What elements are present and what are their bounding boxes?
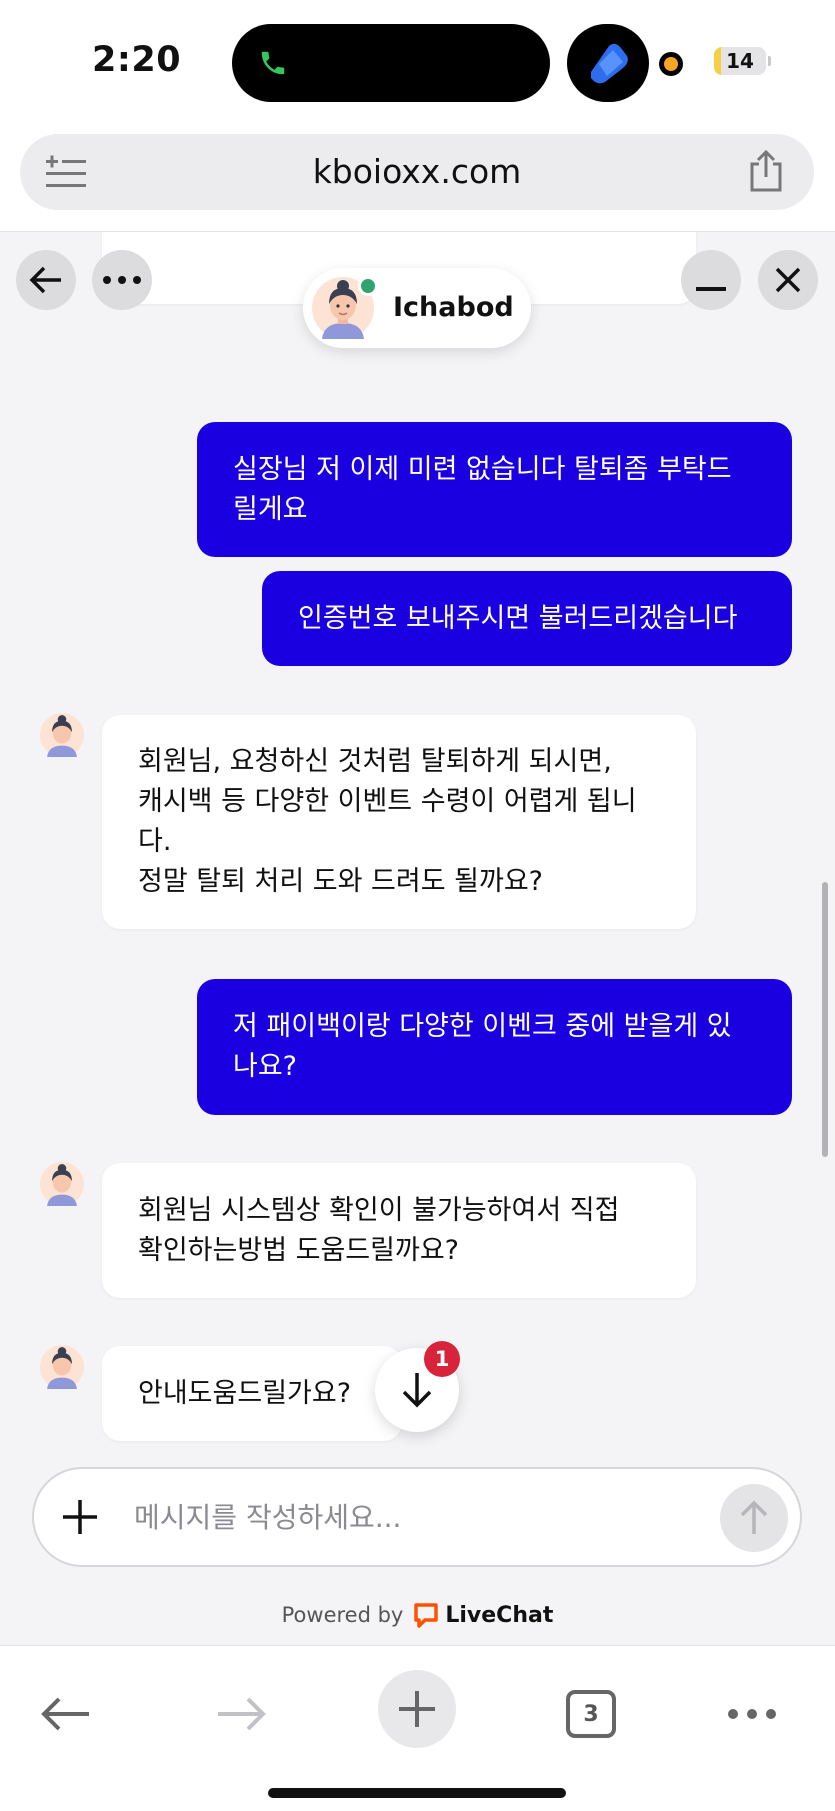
message-line: 확인하는방법 도움드릴까요? <box>138 1234 459 1266</box>
browser-back-button[interactable] <box>26 1674 106 1754</box>
message-line: 캐시백 등 다양한 이벤트 수령이 어렵게 됩니 <box>138 786 637 817</box>
tabs-icon: 3 <box>566 1690 616 1738</box>
more-options-button[interactable] <box>92 250 152 310</box>
livechat-brand: LiveChat <box>445 1602 554 1628</box>
message-composer <box>32 1467 802 1567</box>
battery-percent: 14 <box>726 49 754 73</box>
tab-count: 3 <box>583 1701 599 1727</box>
forward-arrow-icon <box>218 1697 266 1731</box>
plus-icon[interactable] <box>60 1497 100 1537</box>
visitor-message: 인증번호 보내주시면 불러드리겠습니다 <box>262 571 792 666</box>
url-text[interactable]: kboioxx.com <box>20 134 814 210</box>
home-indicator[interactable] <box>268 1788 566 1798</box>
tabs-button[interactable]: 3 <box>551 1674 631 1754</box>
share-icon[interactable] <box>748 150 784 192</box>
app-icon <box>591 43 628 84</box>
message-line: 정말 탈퇴 처리 도와 드려도 될까요? <box>138 866 544 897</box>
minimize-button[interactable] <box>681 250 741 310</box>
browser-toolbar: 3 <box>0 1645 835 1811</box>
more-icon <box>103 276 141 284</box>
back-arrow-icon <box>29 266 61 294</box>
message-line: 회원님 시스템상 확인이 불가능하여서 직접 <box>138 1194 620 1226</box>
online-status-dot <box>358 276 378 296</box>
unread-count-badge: 1 <box>424 1341 460 1377</box>
message-line: 저 패이백이랑 다양한 이벤크 중에 받을게 있 <box>233 1011 732 1042</box>
minimize-icon <box>696 287 726 291</box>
message-line: 실장님 저 이제 미련 없습니다 탈퇴좀 부탁드 <box>233 453 732 485</box>
more-icon <box>728 1709 776 1719</box>
visitor-message: 실장님 저 이제 미련 없습니다 탈퇴좀 부탁드 릴게요 <box>197 422 792 557</box>
agent-message: 회원님, 요청하신 것처럼 탈퇴하게 되시면, 캐시백 등 다양한 이벤트 수령… <box>102 715 696 929</box>
plus-icon <box>399 1691 435 1727</box>
battery-indicator: 14 <box>714 47 766 75</box>
recording-indicator <box>659 52 683 76</box>
agent-message-avatar <box>40 713 84 757</box>
dynamic-island[interactable] <box>232 24 550 102</box>
message-line: 다. <box>138 826 172 857</box>
agent-message-avatar <box>40 1162 84 1206</box>
visitor-message: 저 패이백이랑 다양한 이벤크 중에 받을게 있 나요? <box>197 979 792 1115</box>
status-bar: 2:20 14 <box>0 0 835 122</box>
chat-scrollbar[interactable] <box>822 882 828 1157</box>
message-line: 인증번호 보내주시면 불러드리겠습니다 <box>298 602 738 634</box>
message-line: 나요? <box>233 1051 298 1082</box>
send-button[interactable] <box>720 1484 788 1552</box>
livechat-logo: LiveChat <box>413 1602 553 1628</box>
battery-tip <box>768 56 771 66</box>
address-bar[interactable]: kboioxx.com <box>20 134 814 210</box>
active-app-indicator[interactable] <box>567 24 649 102</box>
browser-forward-button[interactable] <box>201 1674 281 1754</box>
message-line: 릴게요 <box>233 493 308 525</box>
powered-by-text: Powered by <box>281 1603 404 1627</box>
message-input[interactable] <box>134 1489 724 1545</box>
livechat-logo-icon <box>414 1603 439 1628</box>
agent-header[interactable]: Ichabod <box>303 268 531 348</box>
status-time: 2:20 <box>92 40 182 80</box>
arrow-down-icon <box>402 1373 432 1408</box>
agent-message: 회원님 시스템상 확인이 불가능하여서 직접 확인하는방법 도움드릴까요? <box>102 1163 696 1298</box>
phone-icon <box>261 51 285 75</box>
agent-message-avatar <box>40 1345 84 1389</box>
message-line: 회원님, 요청하신 것처럼 탈퇴하게 되시면, <box>138 746 612 777</box>
browser-header: kboioxx.com <box>0 122 835 232</box>
new-tab-button[interactable] <box>378 1670 456 1748</box>
agent-name: Ichabod <box>393 292 514 323</box>
agent-message: 안내도움드릴가요? <box>102 1346 402 1441</box>
menu-lines-icon[interactable] <box>46 154 86 192</box>
message-line: 안내도움드릴가요? <box>138 1377 352 1409</box>
close-chat-button[interactable] <box>758 250 818 310</box>
close-icon <box>775 267 801 293</box>
browser-menu-button[interactable] <box>712 1674 792 1754</box>
chat-widget: Ichabod 실장님 저 이제 미련 없습니다 탈퇴좀 부탁드 릴게요 인증번… <box>0 232 835 1645</box>
send-arrow-icon <box>740 1500 768 1534</box>
powered-by-footer[interactable]: Powered by LiveChat <box>0 1602 835 1628</box>
back-button[interactable] <box>16 250 76 310</box>
back-arrow-icon <box>41 1697 89 1731</box>
